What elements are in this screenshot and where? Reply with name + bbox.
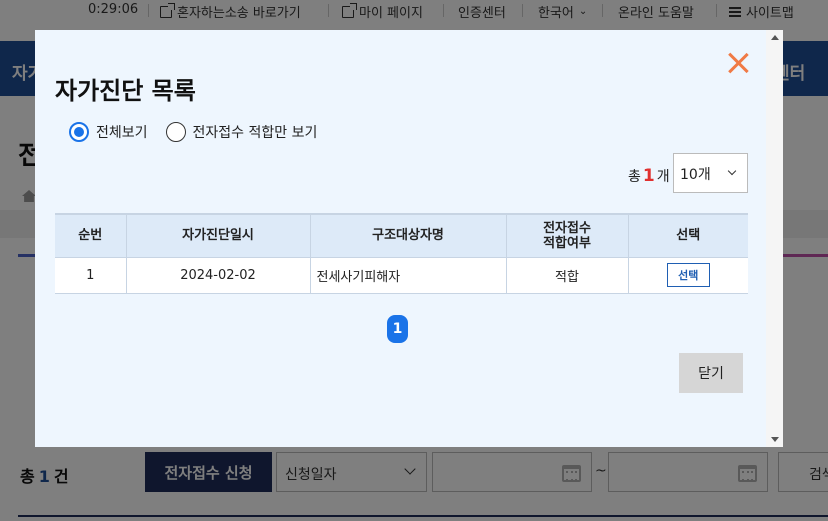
close-button[interactable]: 닫기	[679, 353, 743, 393]
filter-radio-group: 전체보기 전자접수 적합만 보기	[69, 122, 335, 142]
radio-button[interactable]	[165, 122, 186, 142]
table-header-row: 순번 자가진단일시 구조대상자명 전자접수 적합여부 선택	[55, 213, 748, 258]
column-header: 선택	[627, 213, 748, 258]
radio-eligible-only[interactable]: 전자접수 적합만 보기	[165, 122, 318, 142]
select-cell: 선택	[627, 257, 748, 294]
modal-title: 자가진단 목록	[55, 77, 196, 105]
rescue-subject-name: 전세사기피해자	[309, 257, 506, 294]
select-button[interactable]: 선택	[666, 263, 710, 287]
close-icon[interactable]	[725, 50, 751, 76]
column-header: 순번	[55, 213, 126, 258]
scroll-up-arrow-icon[interactable]	[771, 35, 779, 40]
page-size-select[interactable]: 10개	[673, 153, 748, 193]
result-count: 총1개	[628, 166, 670, 186]
column-header: 자가진단일시	[125, 213, 310, 258]
eligibility-status: 적합	[505, 257, 628, 294]
diagnosis-date: 2024-02-02	[125, 257, 310, 294]
pagination-page-1[interactable]: 1	[387, 315, 408, 343]
chevron-down-icon	[727, 166, 737, 176]
column-header: 전자접수 적합여부	[505, 213, 628, 258]
scroll-down-arrow-icon[interactable]	[771, 437, 779, 442]
modal-scrollbar[interactable]	[766, 30, 783, 447]
column-header: 구조대상자명	[309, 213, 506, 258]
row-number: 1	[55, 257, 126, 294]
radio-show-all[interactable]: 전체보기	[69, 122, 148, 142]
radio-label: 전자접수 적합만 보기	[192, 125, 318, 141]
page-size-value: 10개	[680, 167, 711, 183]
diagnosis-table: 순번 자가진단일시 구조대상자명 전자접수 적합여부 선택 1 2024-02-…	[55, 213, 748, 294]
self-diagnosis-list-modal: 자가진단 목록 전체보기 전자접수 적합만 보기 총1개 10개 순번 자가진단…	[35, 30, 783, 447]
table-row: 1 2024-02-02 전세사기피해자 적합 선택	[55, 257, 748, 294]
radio-button[interactable]	[69, 122, 89, 142]
radio-label: 전체보기	[96, 125, 148, 141]
